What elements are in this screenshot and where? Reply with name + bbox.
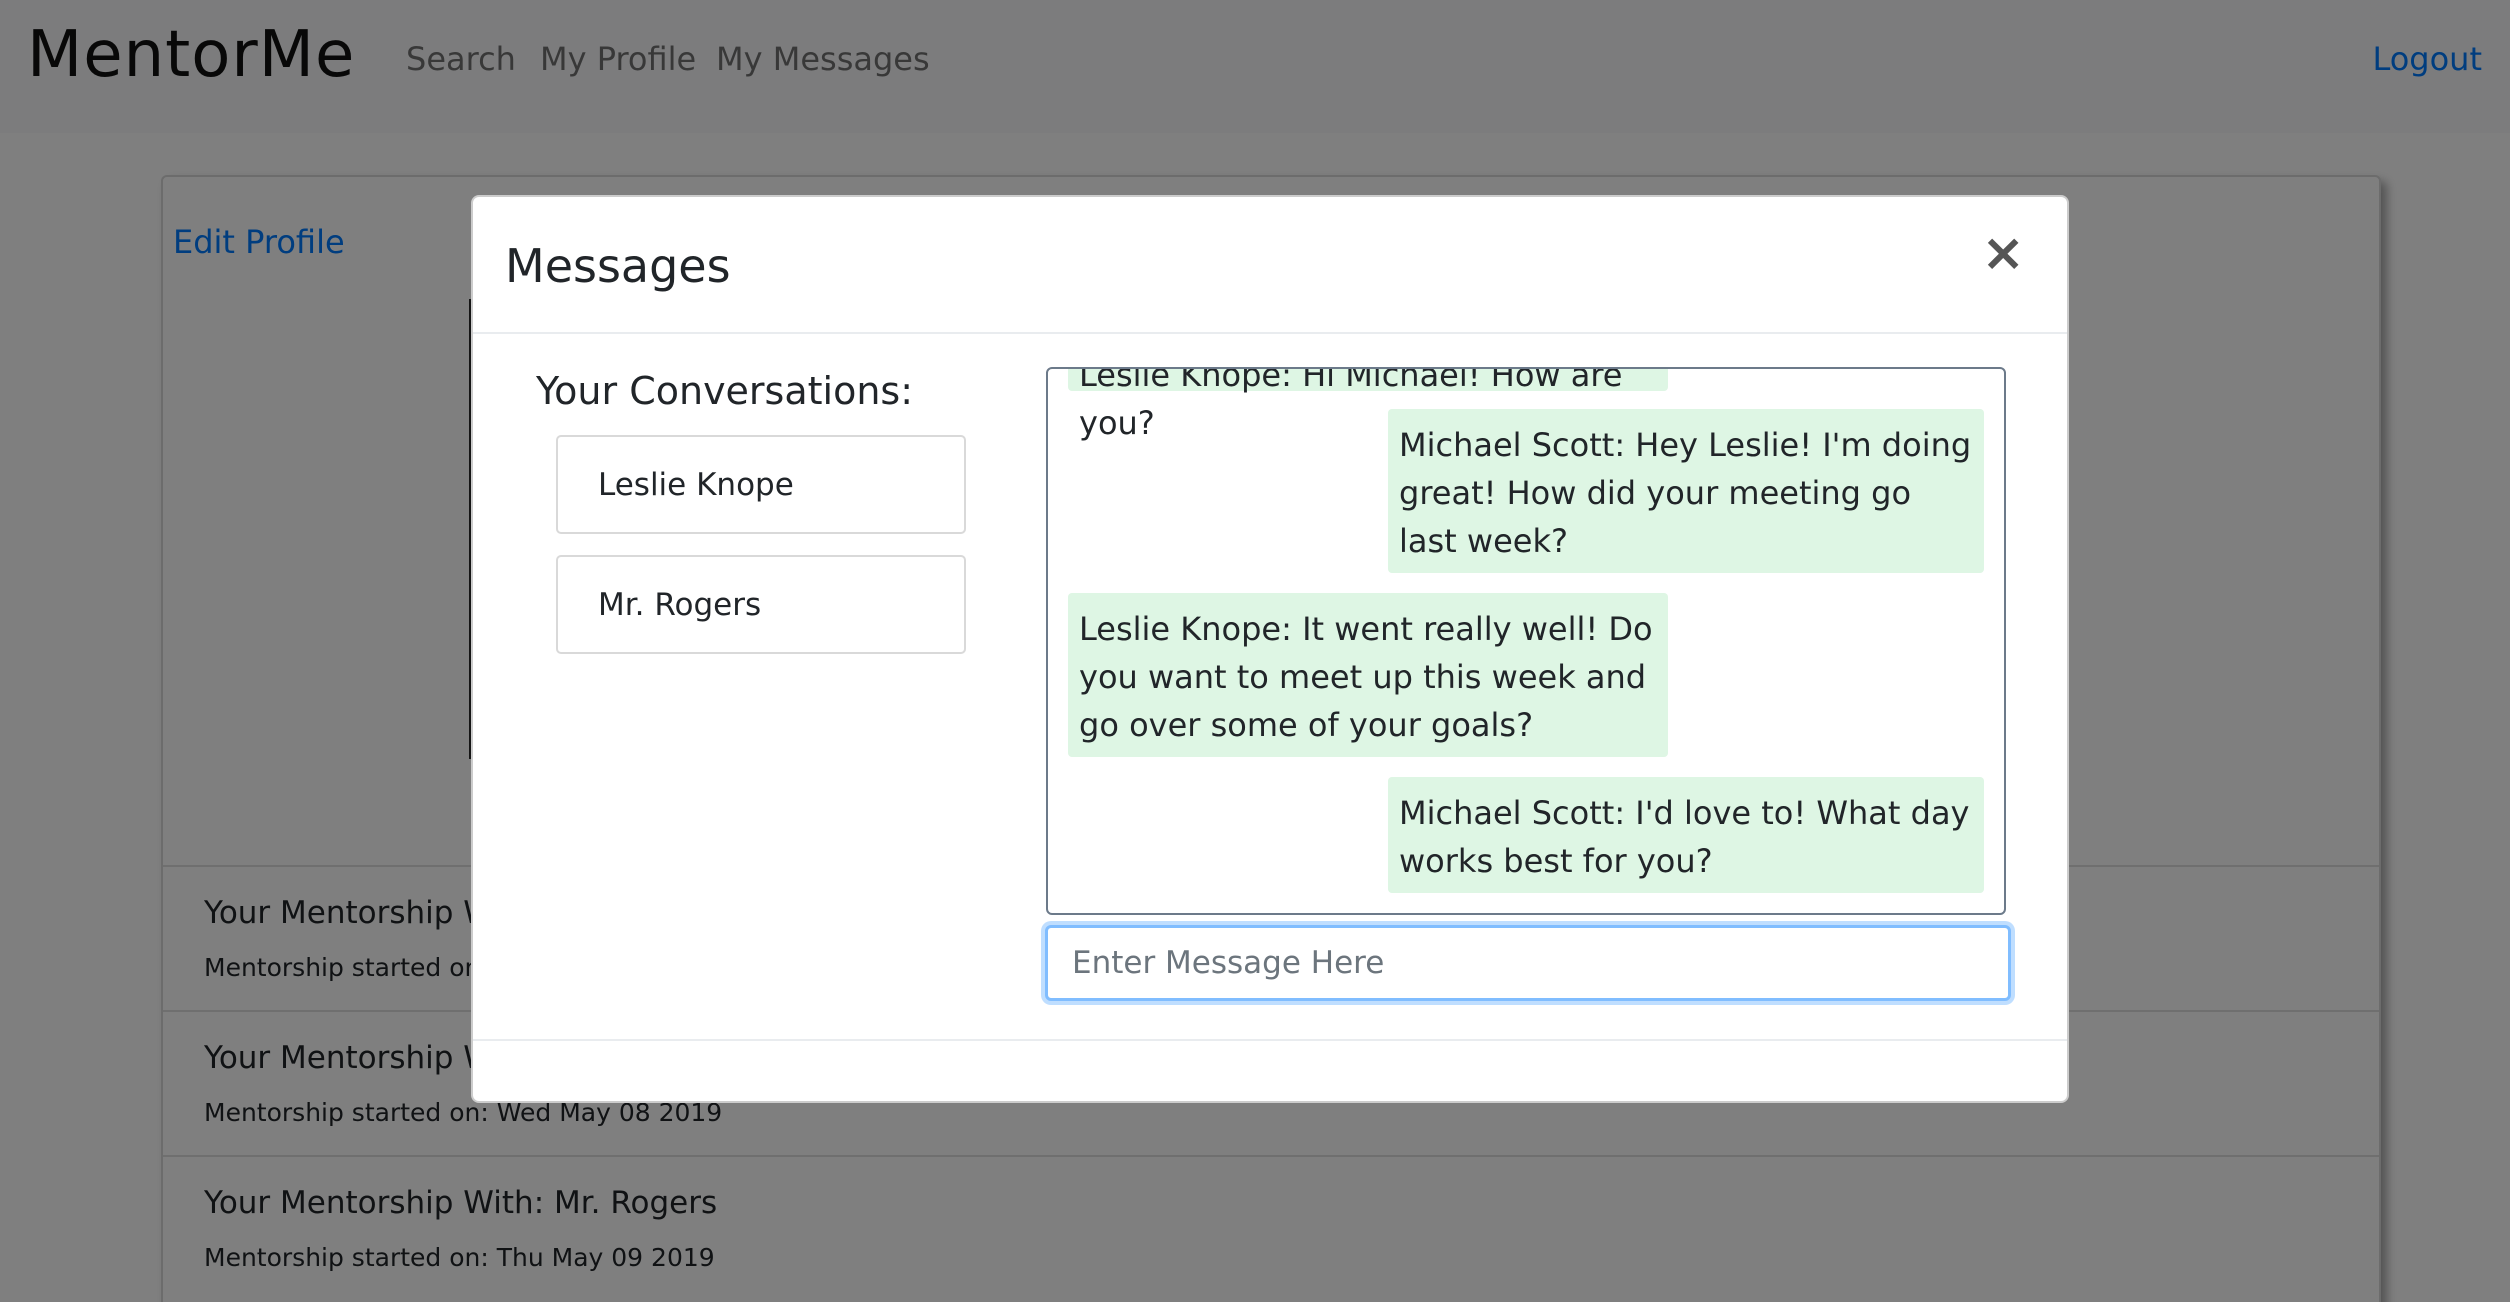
conversation-name: Mr. Rogers	[598, 587, 762, 623]
messages-modal: Messages × Your Conversations: Leslie Kn…	[471, 195, 2069, 1103]
modal-header: Messages ×	[473, 197, 2067, 334]
modal-title: Messages	[505, 239, 731, 293]
message-bubble: Leslie Knope: It went really well! Do yo…	[1068, 593, 1668, 757]
conversation-item-mr-rogers[interactable]: Mr. Rogers	[556, 555, 966, 654]
conversation-item-leslie-knope[interactable]: Leslie Knope	[556, 435, 966, 534]
close-icon[interactable]: ×	[1981, 227, 2025, 279]
conversation-name: Leslie Knope	[598, 467, 794, 503]
message-input[interactable]	[1045, 925, 2011, 1001]
page: MentorMe Search My Profile My Messages L…	[0, 0, 2510, 1302]
message-thread[interactable]: Leslie Knope: Hi Michael! How are you? M…	[1046, 367, 2006, 915]
message-bubble: Leslie Knope: Hi Michael! How are you?	[1068, 369, 1668, 442]
message-bubble: Michael Scott: Hey Leslie! I'm doing gre…	[1388, 409, 1984, 573]
modal-footer	[473, 1039, 2067, 1041]
conversations-heading: Your Conversations:	[536, 369, 914, 413]
message-bubble: Michael Scott: I'd love to! What day wor…	[1388, 777, 1984, 893]
